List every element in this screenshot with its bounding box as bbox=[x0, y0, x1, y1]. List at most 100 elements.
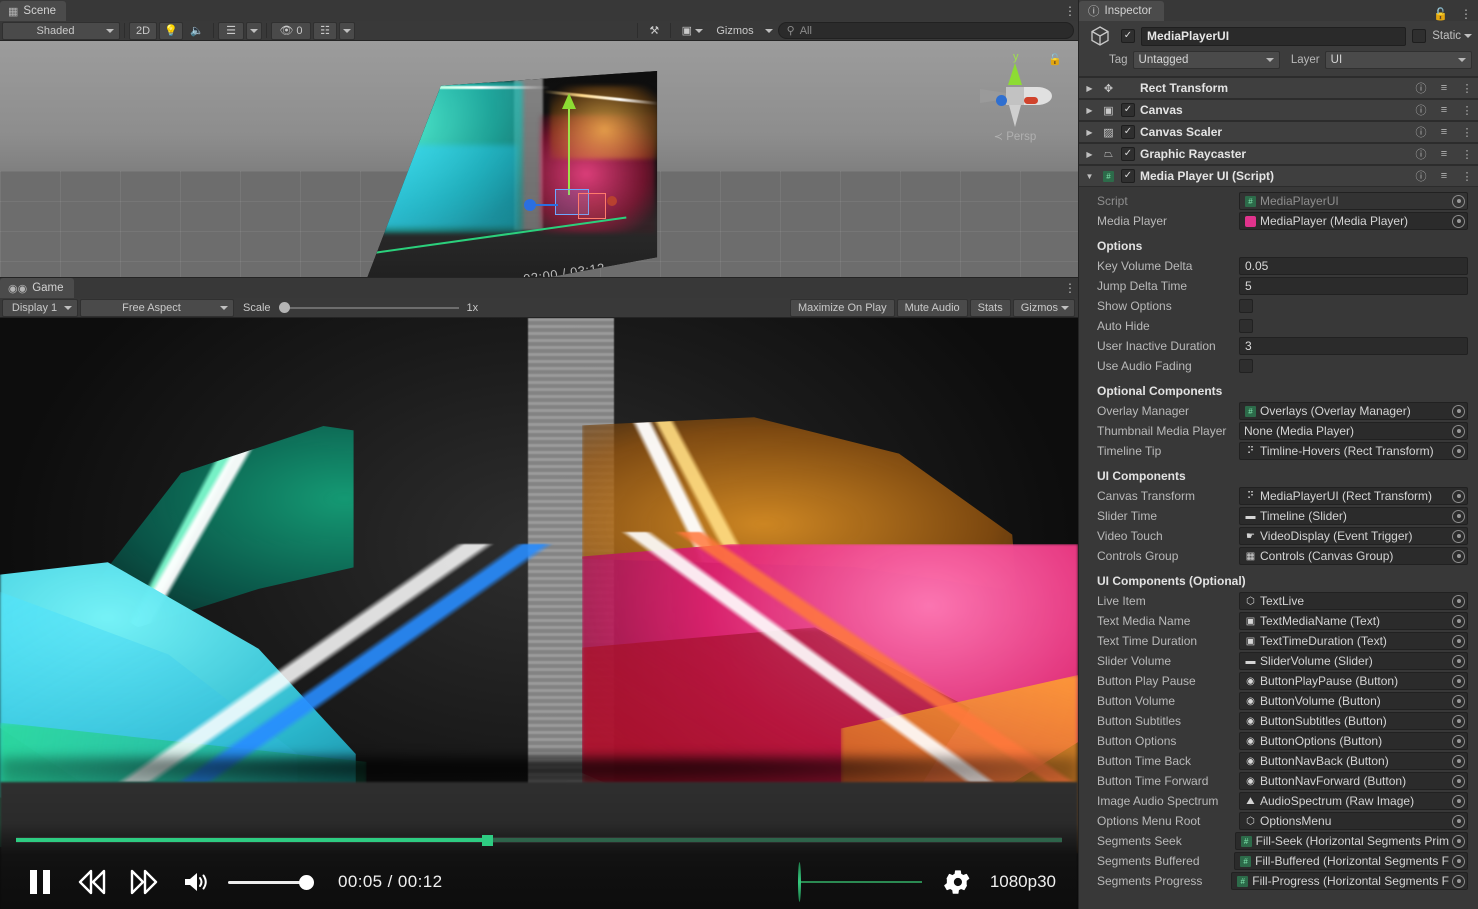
scene-orientation-gizmo[interactable]: y ≺ Persp bbox=[972, 49, 1058, 145]
component-kebab-menu-icon[interactable]: ⋮ bbox=[1458, 100, 1476, 120]
object-picker-icon[interactable] bbox=[1452, 215, 1465, 228]
overlay-manager-object-field[interactable]: # Overlays (Overlay Manager) bbox=[1239, 402, 1468, 420]
help-icon[interactable]: ⓘ bbox=[1412, 100, 1430, 120]
object-field[interactable]: #Fill-Buffered (Horizontal Segments F bbox=[1234, 852, 1468, 870]
object-field[interactable]: ◉ButtonNavBack (Button) bbox=[1239, 752, 1468, 770]
auto-hide-checkbox[interactable] bbox=[1239, 319, 1253, 333]
camera-icon[interactable]: ▣ bbox=[675, 22, 709, 40]
gizmo-x-handle[interactable] bbox=[607, 196, 617, 206]
object-picker-icon[interactable] bbox=[1452, 195, 1465, 208]
orientation-x-handle[interactable] bbox=[1024, 97, 1038, 104]
component-header-canvas-scaler[interactable]: ▶ ▨ ✓ Canvas Scaler ⓘ ≡ ⋮ bbox=[1079, 121, 1478, 143]
media-player-ui-enabled-checkbox[interactable]: ✓ bbox=[1121, 169, 1135, 183]
stats-button[interactable]: Stats bbox=[970, 299, 1011, 317]
controls-group-object-field[interactable]: ▦ Controls (Canvas Group) bbox=[1239, 547, 1468, 565]
object-picker-icon[interactable] bbox=[1452, 695, 1465, 708]
chevron-down-icon[interactable]: ▼ bbox=[1083, 172, 1096, 181]
volume-slider-knob[interactable] bbox=[299, 875, 314, 890]
game-gizmos-dropdown[interactable]: Gizmos bbox=[1013, 299, 1075, 317]
volume-slider[interactable] bbox=[228, 860, 322, 904]
object-picker-icon[interactable] bbox=[1452, 855, 1465, 868]
gizmos-chevron-down-icon[interactable] bbox=[761, 22, 777, 40]
help-icon[interactable]: ⓘ bbox=[1412, 122, 1430, 142]
object-picker-icon[interactable] bbox=[1452, 595, 1465, 608]
object-picker-icon[interactable] bbox=[1452, 405, 1465, 418]
canvas-transform-object-field[interactable]: ⠝ MediaPlayerUI (Rect Transform) bbox=[1239, 487, 1468, 505]
object-picker-icon[interactable] bbox=[1452, 775, 1465, 788]
game-view-viewport[interactable]: 00:05 / 00:12 1080p30 bbox=[0, 318, 1078, 909]
scale-slider-knob[interactable] bbox=[279, 302, 290, 313]
gizmo-y-axis[interactable] bbox=[568, 99, 570, 195]
gizmo-yz-plane-handle[interactable] bbox=[578, 193, 606, 219]
chevron-right-icon[interactable]: ▶ bbox=[1083, 84, 1096, 93]
object-picker-icon[interactable] bbox=[1452, 875, 1465, 888]
game-display-dropdown[interactable]: Display 1 bbox=[2, 299, 78, 317]
orientation-neg-y-cone[interactable] bbox=[1009, 105, 1021, 127]
timeline-handle[interactable] bbox=[482, 835, 493, 846]
component-header-canvas[interactable]: ▶ ▣ ✓ Canvas ⓘ ≡ ⋮ bbox=[1079, 99, 1478, 121]
use-audio-fading-checkbox[interactable] bbox=[1239, 359, 1253, 373]
user-inactive-duration-input[interactable]: 3 bbox=[1239, 337, 1468, 355]
object-picker-icon[interactable] bbox=[1452, 675, 1465, 688]
fx-dropdown-chevron-down-icon[interactable] bbox=[246, 22, 262, 40]
orientation-y-cone[interactable] bbox=[1008, 63, 1022, 85]
gizmo-z-axis[interactable] bbox=[534, 204, 558, 206]
object-picker-icon[interactable] bbox=[1452, 835, 1465, 848]
chevron-right-icon[interactable]: ▶ bbox=[1083, 106, 1096, 115]
preset-icon[interactable]: ≡ bbox=[1435, 100, 1453, 120]
pause-icon[interactable] bbox=[14, 860, 66, 904]
preset-icon[interactable]: ≡ bbox=[1435, 122, 1453, 142]
maximize-on-play-button[interactable]: Maximize On Play bbox=[790, 299, 895, 317]
chevron-right-icon[interactable]: ▶ bbox=[1083, 150, 1096, 159]
media-player-object-field[interactable]: MediaPlayer (Media Player) bbox=[1239, 212, 1468, 230]
help-icon[interactable]: ⓘ bbox=[1412, 78, 1430, 98]
graphic-raycaster-enabled-checkbox[interactable]: ✓ bbox=[1121, 147, 1135, 161]
key-volume-delta-input[interactable]: 0.05 bbox=[1239, 257, 1468, 275]
video-touch-object-field[interactable]: ☛ VideoDisplay (Event Trigger) bbox=[1239, 527, 1468, 545]
object-field[interactable]: ◉ButtonSubtitles (Button) bbox=[1239, 712, 1468, 730]
scene-2d-toggle[interactable]: 2D bbox=[129, 22, 157, 40]
object-picker-icon[interactable] bbox=[1452, 490, 1465, 503]
grid-dropdown-chevron-down-icon[interactable] bbox=[339, 22, 355, 40]
component-kebab-menu-icon[interactable]: ⋮ bbox=[1458, 122, 1476, 142]
object-field[interactable]: ⬡OptionsMenu bbox=[1239, 812, 1468, 830]
object-field[interactable]: ▣TextMediaName (Text) bbox=[1239, 612, 1468, 630]
object-picker-icon[interactable] bbox=[1452, 755, 1465, 768]
object-picker-icon[interactable] bbox=[1452, 550, 1465, 563]
tab-game[interactable]: ◉◉ Game bbox=[0, 278, 74, 298]
speaker-on-icon[interactable] bbox=[170, 860, 222, 904]
object-field[interactable]: ▬SliderVolume (Slider) bbox=[1239, 652, 1468, 670]
hidden-objects-toggle[interactable]: 👁 0 bbox=[271, 22, 311, 40]
object-field[interactable]: ◉ButtonPlayPause (Button) bbox=[1239, 672, 1468, 690]
object-picker-icon[interactable] bbox=[1452, 815, 1465, 828]
component-header-graphic-raycaster[interactable]: ▶ ⏢ ✓ Graphic Raycaster ⓘ ≡ ⋮ bbox=[1079, 143, 1478, 165]
object-picker-icon[interactable] bbox=[1452, 510, 1465, 523]
layer-dropdown[interactable]: UI bbox=[1325, 51, 1472, 69]
grid-snap-icon[interactable]: ☷ bbox=[313, 22, 337, 40]
object-field[interactable]: ◉ButtonVolume (Button) bbox=[1239, 692, 1468, 710]
game-scale-slider[interactable] bbox=[279, 299, 459, 317]
object-field[interactable]: ⬡TextLive bbox=[1239, 592, 1468, 610]
rewind-icon[interactable] bbox=[66, 860, 118, 904]
object-picker-icon[interactable] bbox=[1452, 795, 1465, 808]
object-field[interactable]: ▣TextTimeDuration (Text) bbox=[1239, 632, 1468, 650]
component-header-rect-transform[interactable]: ▶ ✥ Rect Transform ⓘ ≡ ⋮ bbox=[1079, 77, 1478, 99]
tools-icon[interactable]: ⚒ bbox=[642, 22, 666, 40]
object-picker-icon[interactable] bbox=[1452, 425, 1465, 438]
jump-delta-time-input[interactable]: 5 bbox=[1239, 277, 1468, 295]
object-picker-icon[interactable] bbox=[1452, 445, 1465, 458]
kebab-menu-icon[interactable]: ⋮ bbox=[1454, 7, 1478, 21]
gameobject-name-input[interactable]: MediaPlayerUI bbox=[1141, 27, 1406, 46]
game-aspect-dropdown[interactable]: Free Aspect bbox=[80, 299, 234, 317]
gizmos-button[interactable]: Gizmos bbox=[711, 22, 758, 40]
object-picker-icon[interactable] bbox=[1452, 735, 1465, 748]
gameobject-enabled-checkbox[interactable]: ✓ bbox=[1121, 29, 1135, 43]
object-field[interactable]: #Fill-Seek (Horizontal Segments Prim bbox=[1235, 832, 1468, 850]
scene-view-viewport[interactable]: ❚❚ ◀◀ ▶▶ 🔊 02:00 / 03:12 bbox=[0, 41, 1078, 277]
orientation-projection-label[interactable]: ≺ Persp bbox=[972, 130, 1058, 143]
object-field[interactable]: #Fill-Progress (Horizontal Segments F bbox=[1231, 872, 1468, 890]
component-kebab-menu-icon[interactable]: ⋮ bbox=[1458, 166, 1476, 186]
lightbulb-icon[interactable]: 💡 bbox=[159, 22, 183, 40]
object-picker-icon[interactable] bbox=[1452, 655, 1465, 668]
tag-dropdown[interactable]: Untagged bbox=[1133, 51, 1280, 69]
